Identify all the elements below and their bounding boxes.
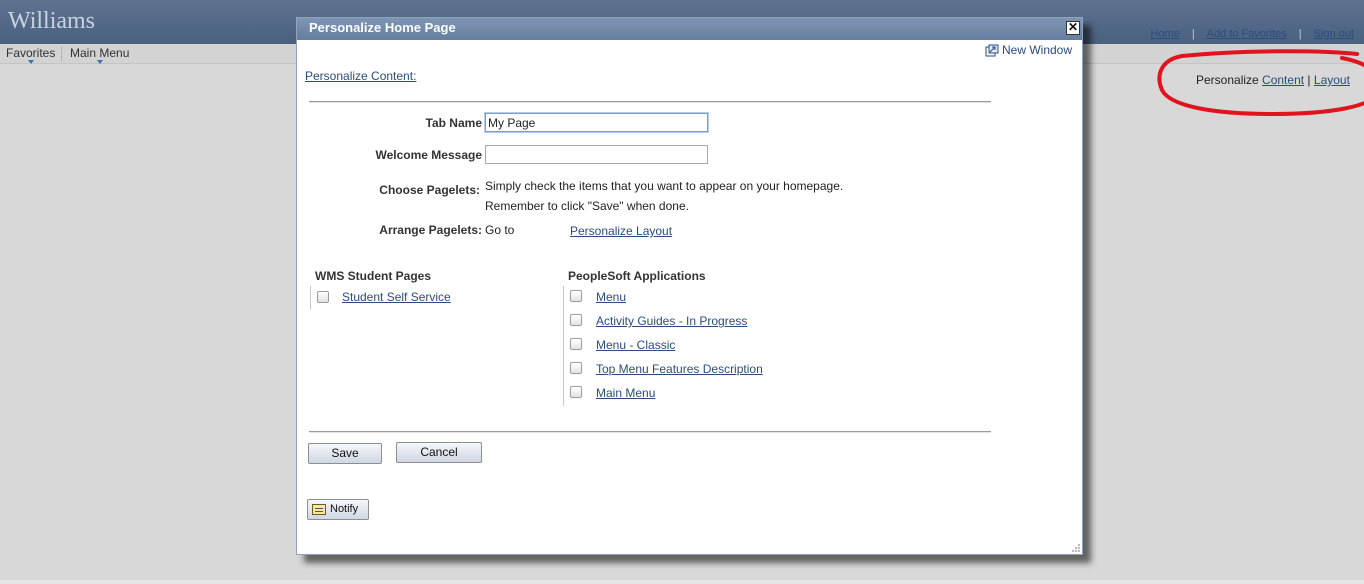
activity-guides-link[interactable]: Activity Guides - In Progress <box>596 314 747 328</box>
divider <box>309 101 991 103</box>
new-window-label: New Window <box>1002 43 1073 57</box>
close-icon[interactable]: ✕ <box>1066 21 1080 35</box>
divider: | <box>1191 28 1195 40</box>
arrange-pagelets-label: Arrange Pagelets: <box>379 223 482 237</box>
save-button[interactable]: Save <box>308 443 382 464</box>
top-menu-features-checkbox[interactable] <box>570 362 582 374</box>
welcome-message-label: Welcome Message <box>375 148 483 162</box>
menu-classic-checkbox[interactable] <box>570 338 582 350</box>
page-footer-band <box>0 580 1364 584</box>
new-window-icon <box>985 44 999 57</box>
dialog-title: Personalize Home Page <box>297 18 1082 40</box>
main-menu[interactable]: Main Menu <box>70 46 130 64</box>
tab-name-input[interactable] <box>485 113 708 132</box>
notify-button[interactable]: Notify <box>307 499 369 520</box>
main-menu-link[interactable]: Main Menu <box>596 386 655 400</box>
personalize-separator: | <box>1307 73 1311 87</box>
personalize-label: Personalize <box>1196 73 1259 87</box>
menu-link[interactable]: Menu <box>596 290 626 304</box>
personalize-layout-link[interactable]: Personalize Layout <box>570 224 672 238</box>
menu-classic-link[interactable]: Menu - Classic <box>596 338 675 352</box>
add-to-favorites-link[interactable]: Add to Favorites <box>1207 28 1287 40</box>
choose-pagelets-instruction: Simply check the items that you want to … <box>485 179 844 193</box>
activity-guides-checkbox[interactable] <box>570 314 582 326</box>
home-link[interactable]: Home <box>1150 28 1179 40</box>
sign-out-link[interactable]: Sign out <box>1314 28 1354 40</box>
personalize-content-link[interactable]: Personalize Content: <box>305 69 416 83</box>
top-links: Home | Add to Favorites | Sign out <box>1150 28 1354 40</box>
menu-divider <box>61 47 62 61</box>
notify-label: Notify <box>330 503 359 515</box>
notify-icon <box>312 504 326 515</box>
divider <box>309 431 991 433</box>
student-self-service-link[interactable]: Student Self Service <box>342 290 451 304</box>
chevron-down-icon <box>27 60 34 64</box>
choose-pagelets-label: Choose Pagelets: <box>379 183 480 197</box>
new-window-link[interactable]: New Window <box>985 43 1072 57</box>
brand-logo: Williams <box>8 8 96 34</box>
personalize-layout-link[interactable]: Layout <box>1314 73 1350 87</box>
top-menu-features-link[interactable]: Top Menu Features Description <box>596 362 763 376</box>
section-border <box>563 286 564 406</box>
chevron-down-icon <box>96 60 103 64</box>
favorites-menu[interactable]: Favorites <box>6 46 56 64</box>
section-border <box>310 286 311 310</box>
resize-handle-icon[interactable] <box>1070 542 1080 552</box>
favorites-menu-label: Favorites <box>6 46 56 60</box>
cancel-button[interactable]: Cancel <box>396 442 482 463</box>
wms-student-pages-heading: WMS Student Pages <box>315 269 432 283</box>
main-menu-label: Main Menu <box>70 46 130 60</box>
arrange-goto-text: Go to <box>485 223 515 237</box>
welcome-message-input[interactable] <box>485 145 708 164</box>
personalize-bar: Personalize Content | Layout <box>1196 73 1350 87</box>
save-reminder-text: Remember to click "Save" when done. <box>485 199 689 213</box>
peoplesoft-applications-heading: PeopleSoft Applications <box>568 269 706 283</box>
personalize-dialog: Personalize Home Page ✕ New Window Perso… <box>296 17 1083 555</box>
menu-checkbox[interactable] <box>570 290 582 302</box>
main-menu-checkbox[interactable] <box>570 386 582 398</box>
student-self-service-checkbox[interactable] <box>317 291 329 303</box>
divider: | <box>1298 28 1302 40</box>
personalize-content-link[interactable]: Content <box>1262 73 1304 87</box>
tab-name-label: Tab Name <box>425 116 482 130</box>
